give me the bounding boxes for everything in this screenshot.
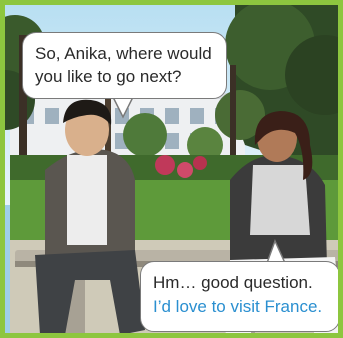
bubble-bottom-line-1: Hm… good question. [153,273,313,292]
bubble-bottom-line-2: I’d love to visit France. [153,297,323,316]
speech-bubble-top: So, Anika, where would you like to go ne… [22,32,227,99]
bubble-top-line-1: So, Anika, where would [35,44,212,63]
speech-bubble-bottom: Hm… good question. I’d love to visit Fra… [140,261,338,332]
bubble-top-line-2: you like to go next? [35,67,182,86]
photo-frame: So, Anika, where would you like to go ne… [0,0,343,338]
